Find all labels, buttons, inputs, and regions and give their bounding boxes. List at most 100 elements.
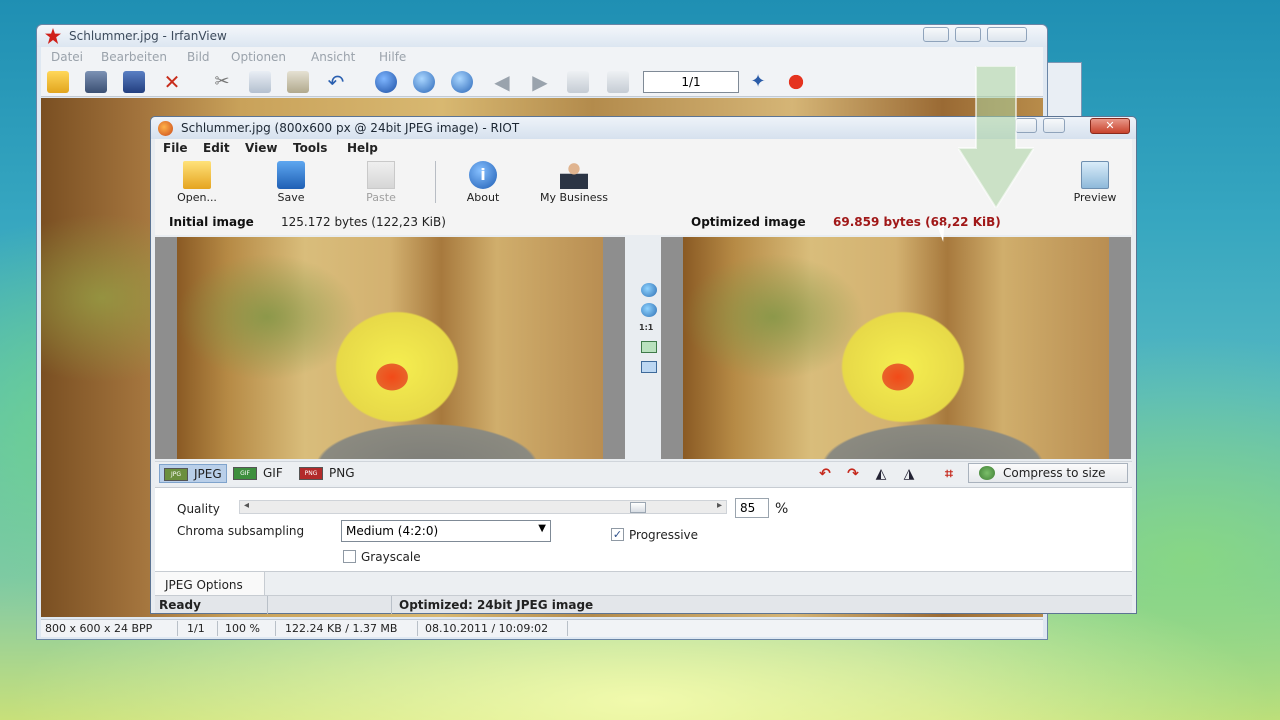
image-info-bar: Initial image 125.172 bytes (122,23 KiB)… bbox=[155, 207, 1132, 235]
last-page-icon[interactable] bbox=[607, 71, 629, 93]
menu-bearbeiten[interactable]: Bearbeiten bbox=[101, 50, 167, 64]
quality-value-field[interactable]: 85 bbox=[735, 498, 769, 518]
zoom-out-icon[interactable] bbox=[451, 71, 473, 93]
chroma-subsampling-select[interactable]: Medium (4:2:0) ▼ bbox=[341, 520, 551, 542]
cut-icon[interactable]: ✂ bbox=[211, 71, 233, 93]
settings-tools-icon[interactable]: ✦ bbox=[747, 71, 769, 93]
initial-image-photo bbox=[177, 237, 603, 459]
status-ready: Ready bbox=[159, 598, 201, 612]
my-business-button[interactable]: My Business bbox=[529, 159, 619, 205]
compare-tools: 1:1 bbox=[635, 237, 663, 459]
info-icon[interactable] bbox=[375, 71, 397, 93]
next-arrow-icon[interactable]: ▶ bbox=[529, 71, 551, 93]
chevron-down-icon: ▼ bbox=[538, 523, 546, 534]
flip-horizontal-icon[interactable]: ◭ bbox=[873, 466, 889, 482]
menu-datei[interactable]: Datei bbox=[51, 50, 83, 64]
jpeg-icon: JPG bbox=[164, 468, 188, 481]
paste-icon bbox=[367, 161, 395, 189]
open-folder-icon[interactable] bbox=[47, 71, 69, 93]
about-button[interactable]: i About bbox=[449, 159, 517, 205]
actual-size-button[interactable]: 1:1 bbox=[639, 323, 653, 332]
slider-right-arrow-icon[interactable]: ▸ bbox=[717, 500, 722, 511]
paste-button[interactable]: Paste bbox=[347, 159, 415, 205]
grayscale-label: Grayscale bbox=[361, 550, 421, 564]
preview-magnifier-icon bbox=[1081, 161, 1109, 189]
menu-optionen[interactable]: Optionen bbox=[231, 50, 286, 64]
quality-label: Quality bbox=[177, 502, 220, 516]
status-optimized: Optimized: 24bit JPEG image bbox=[399, 598, 594, 612]
preview-button[interactable]: Preview bbox=[1061, 159, 1129, 205]
irfanview-statusbar: 800 x 600 x 24 BPP 1/1 100 % 122.24 KB /… bbox=[41, 619, 1043, 637]
close-button[interactable] bbox=[987, 27, 1027, 42]
compress-icon bbox=[979, 466, 995, 480]
fit-to-window-icon[interactable] bbox=[641, 341, 657, 353]
save-disk-icon[interactable] bbox=[123, 71, 145, 93]
open-folder-icon bbox=[183, 161, 211, 189]
minimize-button[interactable] bbox=[923, 27, 949, 42]
initial-image-panel[interactable] bbox=[155, 237, 625, 459]
flip-vertical-icon[interactable]: ◮ bbox=[901, 466, 917, 482]
menu-bild[interactable]: Bild bbox=[187, 50, 210, 64]
status-dimensions: 800 x 600 x 24 BPP bbox=[45, 622, 153, 635]
slider-left-arrow-icon[interactable]: ◂ bbox=[244, 500, 249, 511]
menu-view[interactable]: View bbox=[245, 141, 277, 155]
zoom-out-icon[interactable] bbox=[641, 303, 657, 317]
riot-statusbar: Ready Optimized: 24bit JPEG image bbox=[155, 595, 1132, 614]
menu-edit[interactable]: Edit bbox=[203, 141, 230, 155]
irfanview-menubar: Datei Bearbeiten Bild Optionen Ansicht H… bbox=[41, 47, 1043, 67]
zoom-in-icon[interactable] bbox=[641, 283, 657, 297]
menu-help[interactable]: Help bbox=[347, 141, 378, 155]
optimized-image-photo bbox=[683, 237, 1109, 459]
toolbar-separator bbox=[435, 161, 436, 203]
quality-slider[interactable]: ◂ ▸ bbox=[239, 500, 727, 514]
gif-icon: GIF bbox=[233, 467, 257, 480]
options-tabstrip: JPEG Options bbox=[155, 571, 1132, 596]
progressive-label: Progressive bbox=[629, 528, 699, 542]
format-toolbar: JPG JPEG GIF GIF PNG PNG ↶ ↷ ◭ ◮ ⌗ Compress… bbox=[155, 461, 1132, 485]
page-counter-field[interactable]: 1/1 bbox=[643, 71, 739, 93]
rotate-right-icon[interactable]: ↷ bbox=[845, 466, 861, 482]
sync-view-icon[interactable] bbox=[641, 361, 657, 373]
menu-ansicht[interactable]: Ansicht bbox=[311, 50, 355, 64]
down-arrow-overlay-icon bbox=[958, 66, 1034, 208]
menu-file[interactable]: File bbox=[163, 141, 188, 155]
status-zoom: 100 % bbox=[225, 622, 260, 635]
progressive-checkbox[interactable]: ✓ bbox=[611, 528, 624, 541]
previous-arrow-icon[interactable]: ◀ bbox=[491, 71, 513, 93]
optimized-image-panel[interactable] bbox=[661, 237, 1131, 459]
tab-jpeg[interactable]: JPG JPEG bbox=[159, 464, 227, 483]
status-date: 08.10.2011 / 10:09:02 bbox=[425, 622, 549, 635]
quality-slider-thumb[interactable] bbox=[629, 502, 646, 513]
undo-icon[interactable]: ↶ bbox=[325, 71, 347, 93]
delete-x-icon[interactable]: ✕ bbox=[161, 71, 183, 93]
zoom-in-icon[interactable] bbox=[413, 71, 435, 93]
rotate-left-icon[interactable]: ↶ bbox=[817, 466, 833, 482]
paste-icon[interactable] bbox=[287, 71, 309, 93]
optimized-image-label: Optimized image bbox=[691, 215, 806, 229]
save-button[interactable]: Save bbox=[257, 159, 325, 205]
menu-tools[interactable]: Tools bbox=[293, 141, 327, 155]
businessman-icon bbox=[560, 161, 588, 189]
slideshow-icon[interactable] bbox=[85, 71, 107, 93]
png-icon: PNG bbox=[299, 467, 323, 480]
save-disk-icon bbox=[277, 161, 305, 189]
first-page-icon[interactable] bbox=[567, 71, 589, 93]
irfanview-title: Schlummer.jpg - IrfanView bbox=[69, 29, 227, 43]
irfanview-titlebar[interactable]: Schlummer.jpg - IrfanView bbox=[37, 25, 1047, 47]
irfanview-toolbar: ✕ ✂ ↶ ◀ ▶ 1/1 ✦ bbox=[41, 67, 1043, 97]
tab-png[interactable]: PNG PNG bbox=[295, 464, 359, 483]
maximize-button[interactable] bbox=[955, 27, 981, 42]
info-icon: i bbox=[469, 161, 497, 189]
tab-gif[interactable]: GIF GIF bbox=[229, 464, 287, 483]
chroma-label: Chroma subsampling bbox=[177, 524, 305, 538]
compress-to-size-button[interactable]: Compress to size bbox=[968, 463, 1128, 483]
irfanview-cat-icon[interactable] bbox=[785, 71, 807, 93]
open-button[interactable]: Open... bbox=[163, 159, 231, 205]
grayscale-checkbox[interactable] bbox=[343, 550, 356, 563]
tab-jpeg-options[interactable]: JPEG Options bbox=[155, 572, 265, 596]
copy-icon[interactable] bbox=[249, 71, 271, 93]
menu-hilfe[interactable]: Hilfe bbox=[379, 50, 406, 64]
riot-maximize-button[interactable] bbox=[1043, 118, 1065, 133]
crop-icon[interactable]: ⌗ bbox=[941, 466, 957, 482]
riot-close-button[interactable]: ✕ bbox=[1090, 118, 1130, 134]
